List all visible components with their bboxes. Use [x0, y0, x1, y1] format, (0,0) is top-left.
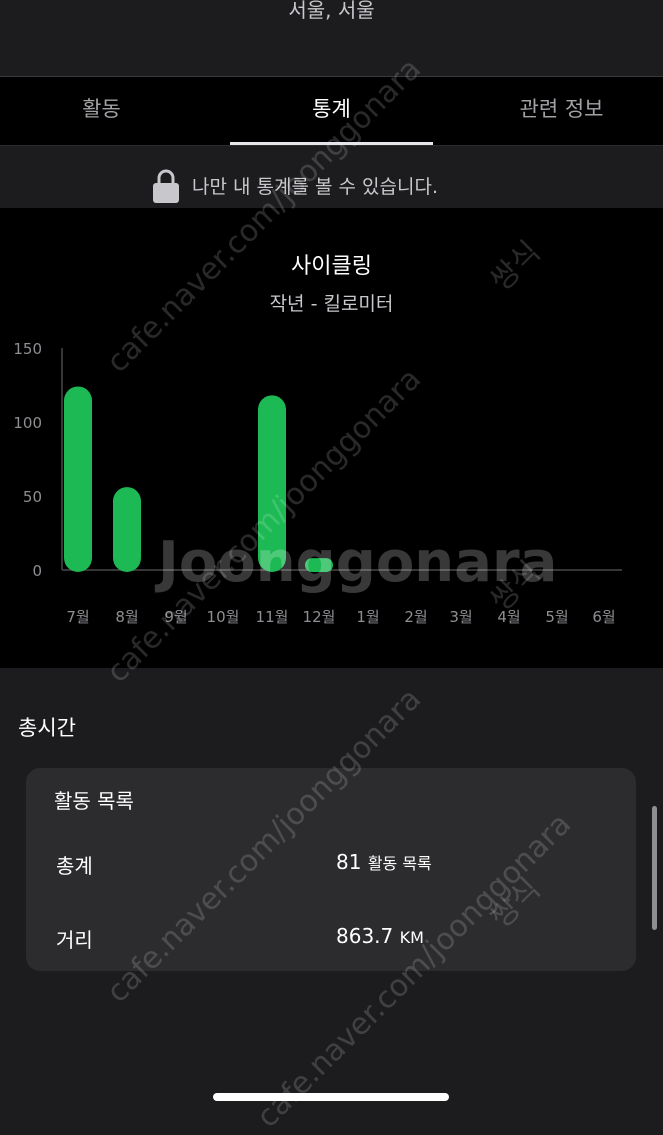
location-text: 서울, 서울: [288, 0, 375, 22]
x-tick-label: 7월: [66, 608, 89, 626]
distance-label: 거리: [56, 928, 93, 952]
x-tick-label: 1월: [356, 608, 379, 626]
bar-chart: 0 50 100 150 7월 8월 9월 10월 11월 12월 1월 2월 3월 4월 5월 6월: [13, 340, 622, 626]
x-tick-label: 4월: [497, 608, 520, 626]
scrollbar-thumb[interactable]: [652, 806, 657, 930]
total-label: 총계: [56, 854, 93, 878]
x-tick-label: 12월: [303, 608, 336, 626]
chart-bar: [305, 558, 333, 572]
x-tick-label: 2월: [404, 608, 427, 626]
distance-number: 863.7: [336, 924, 394, 948]
x-tick-label: 10월: [207, 608, 240, 626]
chart-bar: [113, 487, 141, 572]
chart-bar: [64, 386, 92, 572]
distance-value: 863.7 KM: [336, 924, 424, 948]
distance-unit: KM: [399, 928, 424, 947]
chart-subtitle: 작년 - 킬로미터: [269, 293, 394, 315]
total-value: 81 활동 목록: [336, 850, 432, 874]
tab-related-info[interactable]: 관련 정보: [460, 77, 663, 145]
home-indicator[interactable]: [213, 1093, 449, 1101]
privacy-note: 나만 내 통계를 볼 수 있습니다.: [192, 176, 438, 198]
y-tick-label: 0: [32, 562, 42, 580]
lock-icon: [153, 169, 179, 203]
activity-summary-card: 활동 목록 총계 81 활동 목록 거리 863.7 KM: [26, 768, 636, 971]
x-tick-label: 8월: [115, 608, 138, 626]
x-tick-label: 9월: [164, 608, 187, 626]
x-tick-label: 5월: [545, 608, 568, 626]
section-title: 총시간: [18, 716, 76, 740]
y-tick-label: 150: [13, 340, 42, 358]
chart-bar: [258, 395, 286, 572]
x-tick-label: 6월: [592, 608, 615, 626]
y-tick-label: 100: [13, 414, 42, 432]
y-tick-label: 50: [23, 488, 42, 506]
location-header: 서울, 서울: [0, 0, 663, 77]
total-unit: 활동 목록: [367, 854, 432, 873]
x-tick-label: 11월: [256, 608, 289, 626]
x-tick-label: 3월: [449, 608, 472, 626]
active-tab-indicator: [230, 142, 433, 145]
chart-title: 사이클링: [291, 254, 372, 279]
tab-activity[interactable]: 활동: [0, 77, 203, 145]
card-title: 활동 목록: [54, 789, 134, 813]
tab-bar: 활동 통계 관련 정보: [0, 77, 663, 146]
total-count: 81: [336, 850, 362, 874]
tab-stats[interactable]: 통계: [230, 77, 433, 145]
